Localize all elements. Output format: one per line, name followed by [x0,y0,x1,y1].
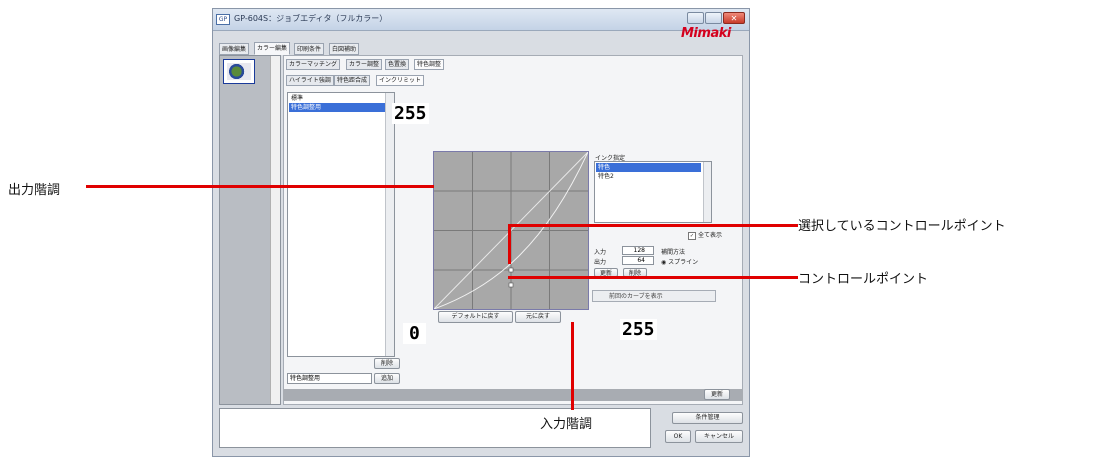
window-app-icon: GP [216,14,230,25]
control-point[interactable] [508,282,514,288]
input-label: 入力 [594,249,607,256]
label-x-max: 255 [620,319,657,340]
selected-control-point[interactable] [508,267,514,273]
tab-color-matching[interactable]: カラーマッチング [286,59,341,70]
tab-spot-composite[interactable]: 特色距合成 [334,75,371,86]
tab-color-edit[interactable]: カラー編集 [254,42,291,55]
thumbnail-frame[interactable] [223,59,255,84]
tab-highlight[interactable]: ハイライト強調 [286,75,334,86]
setting-name-input[interactable]: 特色調整用 [287,373,372,384]
ink-list-scrollbar[interactable] [703,162,711,222]
annotation-line-selected-v [508,224,511,264]
ink-limit-graph[interactable] [433,151,589,310]
condition-manage-button[interactable]: 条件管理 [672,412,743,424]
ink-list[interactable]: 特色 特色2 [594,161,712,223]
default-button[interactable]: デフォルトに戻す [438,311,513,323]
window-title: GP-604S：ジョブエディタ（フルカラー） [234,14,388,23]
list-item-selected[interactable]: 特色調整用 [289,103,385,112]
bottom-bar [283,389,743,401]
tab-ink-limit[interactable]: インクリミット [376,75,425,86]
list-scrollbar[interactable] [385,93,394,356]
annotation-line-control-point [508,276,798,279]
interp-method-label: 補間方法 [661,249,686,256]
output-label: 出力 [594,259,607,266]
show-previous-curve-checkbox[interactable]: 前回のカーブを表示 [592,290,716,302]
undo-button[interactable]: 元に戻す [515,311,561,323]
annotation-output-gradation: 出力階調 [8,183,61,198]
ink-item[interactable]: 特色2 [596,172,701,181]
setting-list[interactable]: 標準 特色調整用 [287,92,395,357]
delete-button[interactable]: 削除 [374,358,400,369]
title-bar[interactable]: GP GP-604S：ジョブエディタ（フルカラー） ✕ [213,9,749,31]
close-icon[interactable]: ✕ [723,12,745,24]
annotation-selected-control-point: 選択しているコントロールポイント [798,219,1006,234]
minimize-icon[interactable] [687,12,704,24]
annotation-control-point: コントロールポイント [798,272,929,287]
annotation-line-selected-h [508,224,798,227]
cancel-button[interactable]: キャンセル [695,430,743,443]
output-value-field[interactable]: 64 [622,256,654,265]
show-all-checkbox[interactable]: ✓ 全て表示 [688,230,722,240]
label-origin: 0 [403,323,426,344]
previous-curve-label: 前回のカーブを表示 [609,293,663,300]
update-button[interactable]: 更新 [704,389,730,400]
brand-logo: Mimaki [681,26,731,41]
list-item[interactable]: 標準 [289,94,385,103]
curve-svg[interactable] [434,152,588,309]
spline-label: スプライン [668,259,699,266]
show-all-label: 全て表示 [698,232,723,239]
tab-print-conditions[interactable]: 印刷条件 [294,43,325,55]
annotation-input-gradation: 入力階調 [540,417,593,432]
label-y-max: 255 [392,103,429,124]
checkbox-icon[interactable]: ✓ [688,231,696,240]
tab-white-assist[interactable]: 白図補助 [329,43,360,55]
tab-color-adjust[interactable]: カラー調整 [346,59,383,70]
tab-image-edit[interactable]: 画像編集 [219,43,250,55]
tab-color-replace[interactable]: 色置換 [385,59,410,70]
thumbnail-panel [219,55,281,405]
job-editor-window: GP GP-604S：ジョブエディタ（フルカラー） ✕ Mimaki 画像編集 … [212,8,750,457]
input-value-field[interactable]: 128 [622,246,654,255]
ink-item-selected[interactable]: 特色 [596,163,701,172]
add-button[interactable]: 追加 [374,373,400,384]
spline-radio[interactable]: ◉ スプライン [661,257,698,266]
maximize-icon[interactable] [705,12,722,24]
tab-spot-adjust[interactable]: 特色調整 [414,59,445,70]
thumbnail-image [227,63,251,80]
annotation-line-input [571,322,574,410]
annotation-line-output [86,185,434,188]
thumbnail-scrollbar[interactable] [270,56,280,404]
ok-button[interactable]: OK [665,430,691,443]
